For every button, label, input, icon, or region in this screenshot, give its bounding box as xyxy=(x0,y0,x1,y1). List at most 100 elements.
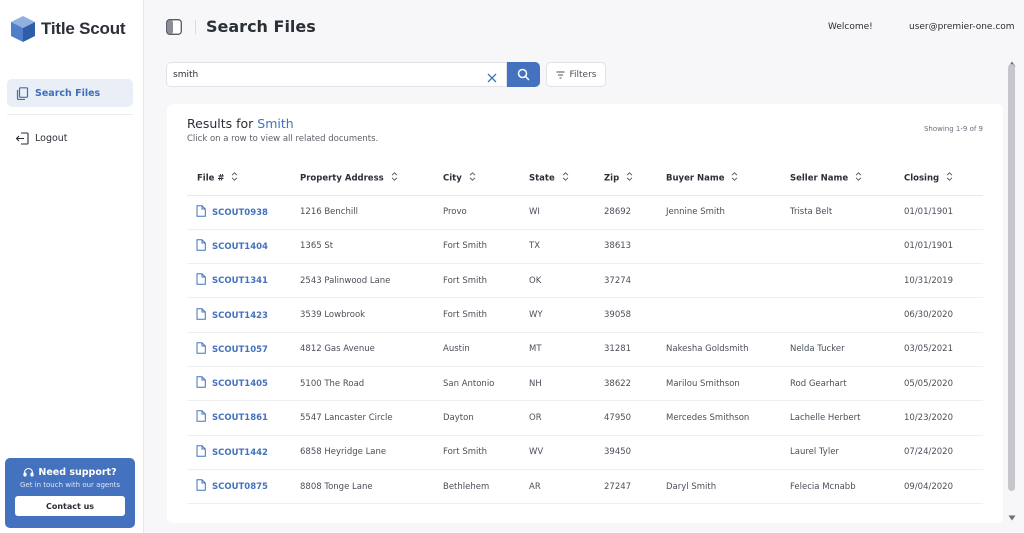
cell-address: 5100 The Road xyxy=(300,366,443,402)
cell-file-number[interactable]: SCOUT0875 xyxy=(187,469,300,505)
cell-closing: 01/01/1901 xyxy=(904,229,983,265)
column-header-closing[interactable]: Closing xyxy=(904,162,983,196)
support-title: Need support? xyxy=(38,467,117,478)
cell-address: 1216 Benchill xyxy=(300,195,443,230)
table-row[interactable]: SCOUT0938 1216 Benchill Provo WI 28692 Jennin… xyxy=(187,195,983,230)
column-header-property-address[interactable]: Property Address xyxy=(300,162,443,196)
cell-seller: Trista Belt xyxy=(790,195,904,230)
sort-icon xyxy=(469,172,476,184)
cell-closing: 07/24/2020 xyxy=(904,435,983,470)
file-number-link[interactable]: SCOUT1057 xyxy=(212,345,268,355)
column-header-buyer-name[interactable]: Buyer Name xyxy=(666,162,790,196)
cell-file-number[interactable]: SCOUT1057 xyxy=(187,332,300,367)
cell-buyer xyxy=(666,435,790,470)
cell-state: OK xyxy=(529,263,604,299)
filters-label: Filters xyxy=(569,69,597,80)
column-header-state[interactable]: State xyxy=(529,162,604,196)
cell-closing: 06/30/2020 xyxy=(904,297,983,333)
cell-file-number[interactable]: SCOUT1423 xyxy=(187,297,300,333)
clear-search-icon[interactable] xyxy=(486,69,498,83)
cell-seller: Rod Gearhart xyxy=(790,366,904,402)
table-row[interactable]: SCOUT1861 5547 Lancaster Circle Dayton OR 47… xyxy=(187,400,983,436)
column-header-zip[interactable]: Zip xyxy=(604,162,666,196)
scroll-down-arrow-icon[interactable] xyxy=(1008,506,1016,525)
file-number-link[interactable]: SCOUT0875 xyxy=(212,482,268,492)
cell-file-number[interactable]: SCOUT1341 xyxy=(187,263,300,299)
cell-address: 5547 Lancaster Circle xyxy=(300,400,443,436)
cell-city: Provo xyxy=(443,195,529,230)
cell-buyer: Marilou Smithson xyxy=(666,366,790,402)
column-label: Zip xyxy=(604,173,620,184)
file-icon xyxy=(196,444,206,460)
scrollbar-thumb[interactable] xyxy=(1008,64,1015,491)
results-subtitle: Click on a row to view all related docum… xyxy=(187,134,379,144)
cell-file-number[interactable]: SCOUT1442 xyxy=(187,435,300,470)
table-row[interactable]: SCOUT1404 1365 St Fort Smith TX 38613 01/01/1… xyxy=(187,229,983,265)
column-header-seller-name[interactable]: Seller Name xyxy=(790,162,904,196)
table-row[interactable]: SCOUT1405 5100 The Road San Antonio NH 38622… xyxy=(187,366,983,402)
page-scrollbar[interactable] xyxy=(1005,52,1019,525)
cell-state: TX xyxy=(529,229,604,265)
cell-closing: 10/31/2019 xyxy=(904,263,983,299)
column-header-file-number[interactable]: File # xyxy=(187,162,300,196)
header-divider xyxy=(195,20,196,34)
table-row[interactable]: SCOUT1442 6858 Heyridge Lane Fort Smith WV 3… xyxy=(187,435,983,470)
cell-zip: 38613 xyxy=(604,229,666,265)
sidebar-item-logout[interactable]: Logout xyxy=(7,124,133,152)
welcome-text: Welcome! xyxy=(828,22,873,32)
column-label: Seller Name xyxy=(790,173,849,184)
results-table: File # Property Address City State Zip B… xyxy=(187,162,983,505)
cell-state: AR xyxy=(529,469,604,505)
file-number-link[interactable]: SCOUT1861 xyxy=(212,413,268,423)
cell-city: Fort Smith xyxy=(443,435,529,470)
cube-logo-icon xyxy=(10,15,36,43)
sort-icon xyxy=(946,172,953,184)
cell-closing: 03/05/2021 xyxy=(904,332,983,367)
file-icon xyxy=(196,239,206,254)
sort-icon xyxy=(391,172,398,184)
file-number-link[interactable]: SCOUT1405 xyxy=(212,379,268,389)
cell-file-number[interactable]: SCOUT1861 xyxy=(187,400,300,436)
sort-icon xyxy=(855,172,862,184)
sort-icon xyxy=(562,172,569,184)
cell-city: Fort Smith xyxy=(443,229,529,265)
sidebar-toggle-icon[interactable] xyxy=(166,19,182,35)
table-row[interactable]: SCOUT0875 8808 Tonge Lane Bethlehem AR 27247… xyxy=(187,469,983,505)
cell-buyer xyxy=(666,263,790,299)
cell-city: Fort Smith xyxy=(443,297,529,333)
cell-file-number[interactable]: SCOUT1404 xyxy=(187,229,300,265)
cell-zip: 37274 xyxy=(604,263,666,299)
sidebar-item-label: Logout xyxy=(35,132,68,144)
results-title: Results for Smith xyxy=(187,116,294,131)
logout-icon xyxy=(15,131,29,145)
cell-state: WI xyxy=(529,195,604,230)
file-number-link[interactable]: SCOUT0938 xyxy=(212,208,268,218)
cell-file-number[interactable]: SCOUT1405 xyxy=(187,366,300,402)
table-row[interactable]: SCOUT1341 2543 Palinwood Lane Fort Smith OK… xyxy=(187,263,983,299)
filters-button[interactable]: Filters xyxy=(546,62,606,87)
cell-buyer: Daryl Smith xyxy=(666,469,790,505)
sidebar-item-search-files[interactable]: Search Files xyxy=(7,79,133,107)
column-header-city[interactable]: City xyxy=(443,162,529,196)
app-logo[interactable]: Title Scout xyxy=(10,14,126,44)
cell-buyer xyxy=(666,229,790,265)
file-number-link[interactable]: SCOUT1404 xyxy=(212,242,268,252)
table-row[interactable]: SCOUT1057 4812 Gas Avenue Austin MT 31281 Nak… xyxy=(187,332,983,367)
table-row[interactable]: SCOUT1423 3539 Lowbrook Fort Smith WY 39058 0… xyxy=(187,297,983,333)
cell-city: Dayton xyxy=(443,400,529,436)
cell-seller xyxy=(790,229,904,265)
contact-us-button[interactable]: Contact us xyxy=(15,496,125,516)
file-number-link[interactable]: SCOUT1423 xyxy=(212,311,268,321)
search-input[interactable] xyxy=(173,67,473,83)
file-number-link[interactable]: SCOUT1341 xyxy=(212,276,268,286)
top-header: Search Files Welcome! user@premier-one.c… xyxy=(145,0,1024,56)
support-title-row: Need support? xyxy=(5,467,135,478)
cell-file-number[interactable]: SCOUT0938 xyxy=(187,195,300,230)
cell-address: 1365 St xyxy=(300,229,443,265)
sort-icon xyxy=(731,172,738,184)
cell-seller: Laurel Tyler xyxy=(790,435,904,470)
sort-icon xyxy=(626,172,633,184)
user-email[interactable]: user@premier-one.com xyxy=(909,22,1015,32)
file-number-link[interactable]: SCOUT1442 xyxy=(212,448,268,458)
search-button[interactable] xyxy=(507,62,540,87)
